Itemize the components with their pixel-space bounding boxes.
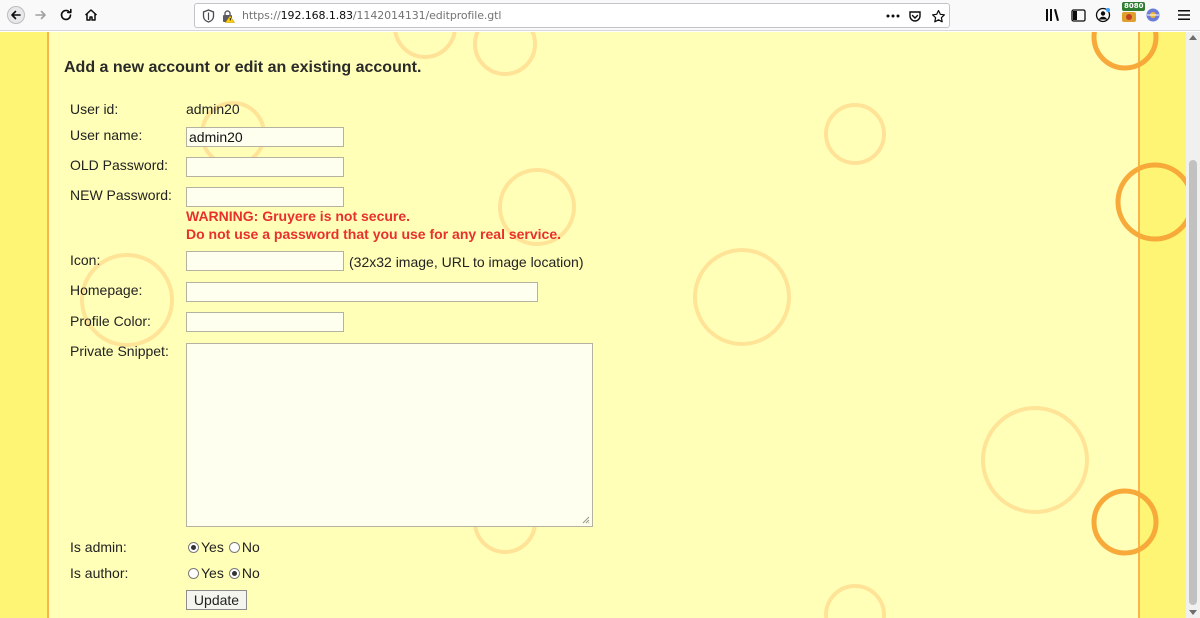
- is-author-yes-radio[interactable]: [188, 567, 199, 579]
- is-admin-no-label[interactable]: No: [242, 539, 260, 555]
- home-button[interactable]: [79, 3, 103, 27]
- lock-warning-icon[interactable]: [220, 8, 236, 24]
- shield-icon[interactable]: [200, 8, 216, 24]
- pocket-icon[interactable]: [907, 8, 923, 24]
- new-password-label: NEW Password:: [70, 187, 172, 203]
- warning-text-line-2: Do not use a password that you use for a…: [186, 226, 562, 242]
- resize-grip-icon[interactable]: [582, 516, 590, 524]
- reload-icon: [60, 8, 72, 21]
- update-button[interactable]: Update: [186, 590, 247, 610]
- forward-button[interactable]: [29, 3, 53, 27]
- icon-url-input[interactable]: [186, 251, 344, 271]
- scroll-down-icon[interactable]: [1189, 610, 1197, 615]
- user-id-value: admin20: [186, 101, 240, 117]
- browser-toolbar: https://192.168.1.83/1142014131/editprof…: [0, 0, 1200, 31]
- sidebar-icon[interactable]: [1068, 5, 1088, 25]
- scroll-thumb[interactable]: [1189, 160, 1197, 605]
- extension-icon-2[interactable]: [1143, 5, 1163, 25]
- is-admin-yes-label[interactable]: Yes: [201, 539, 224, 555]
- bookmark-star-icon[interactable]: [930, 8, 946, 24]
- back-button[interactable]: [4, 3, 28, 27]
- is-author-radio-group: Yes No: [188, 565, 265, 581]
- home-icon: [84, 9, 98, 21]
- account-icon[interactable]: [1093, 5, 1113, 25]
- icon-label: Icon:: [70, 252, 101, 268]
- is-admin-radio-group: Yes No: [188, 539, 265, 555]
- reload-button[interactable]: [54, 3, 78, 27]
- url-prefix: https://: [242, 9, 281, 22]
- is-admin-label: Is admin:: [70, 539, 127, 555]
- is-author-label: Is author:: [70, 565, 129, 581]
- warning-text-line-1: WARNING: Gruyere is not secure.: [186, 208, 411, 224]
- user-id-label: User id:: [70, 101, 119, 117]
- new-password-input[interactable]: [186, 187, 344, 207]
- old-password-label: OLD Password:: [70, 157, 169, 173]
- profile-color-label: Profile Color:: [70, 313, 151, 329]
- more-icon[interactable]: [885, 8, 901, 24]
- homepage-input[interactable]: [186, 282, 538, 302]
- forward-icon: [35, 10, 46, 20]
- url-path: /1142014131/editprofile.gtl: [352, 9, 502, 22]
- user-name-label: User name:: [70, 127, 143, 143]
- is-admin-no-radio[interactable]: [228, 541, 240, 553]
- extension-badge: 8080: [1122, 2, 1146, 11]
- scroll-up-icon[interactable]: [1189, 35, 1197, 40]
- menu-icon[interactable]: [1174, 5, 1194, 25]
- is-admin-yes-radio[interactable]: [188, 541, 199, 553]
- back-icon: [7, 6, 25, 24]
- profile-color-input[interactable]: [186, 312, 344, 332]
- user-name-input[interactable]: admin20: [186, 127, 344, 147]
- page-scrollbar[interactable]: [1186, 32, 1200, 618]
- library-icon[interactable]: [1043, 5, 1063, 25]
- homepage-label: Homepage:: [70, 282, 143, 298]
- icon-hint: (32x32 image, URL to image location): [349, 254, 584, 270]
- is-author-yes-label[interactable]: Yes: [201, 565, 224, 581]
- page-viewport: [0, 32, 1186, 618]
- private-snippet-label: Private Snippet:: [70, 343, 169, 359]
- is-author-no-radio[interactable]: [228, 567, 240, 579]
- page-title: Add a new account or edit an existing ac…: [64, 59, 422, 76]
- url-bar[interactable]: https://192.168.1.83/1142014131/editprof…: [194, 3, 950, 28]
- url-host: 192.168.1.83: [280, 9, 353, 22]
- old-password-input[interactable]: [186, 157, 344, 177]
- url-text[interactable]: https://192.168.1.83/1142014131/editprof…: [242, 9, 501, 22]
- private-snippet-textarea[interactable]: [186, 343, 593, 527]
- is-author-no-label[interactable]: No: [242, 565, 260, 581]
- background-circles: [80, 32, 1186, 618]
